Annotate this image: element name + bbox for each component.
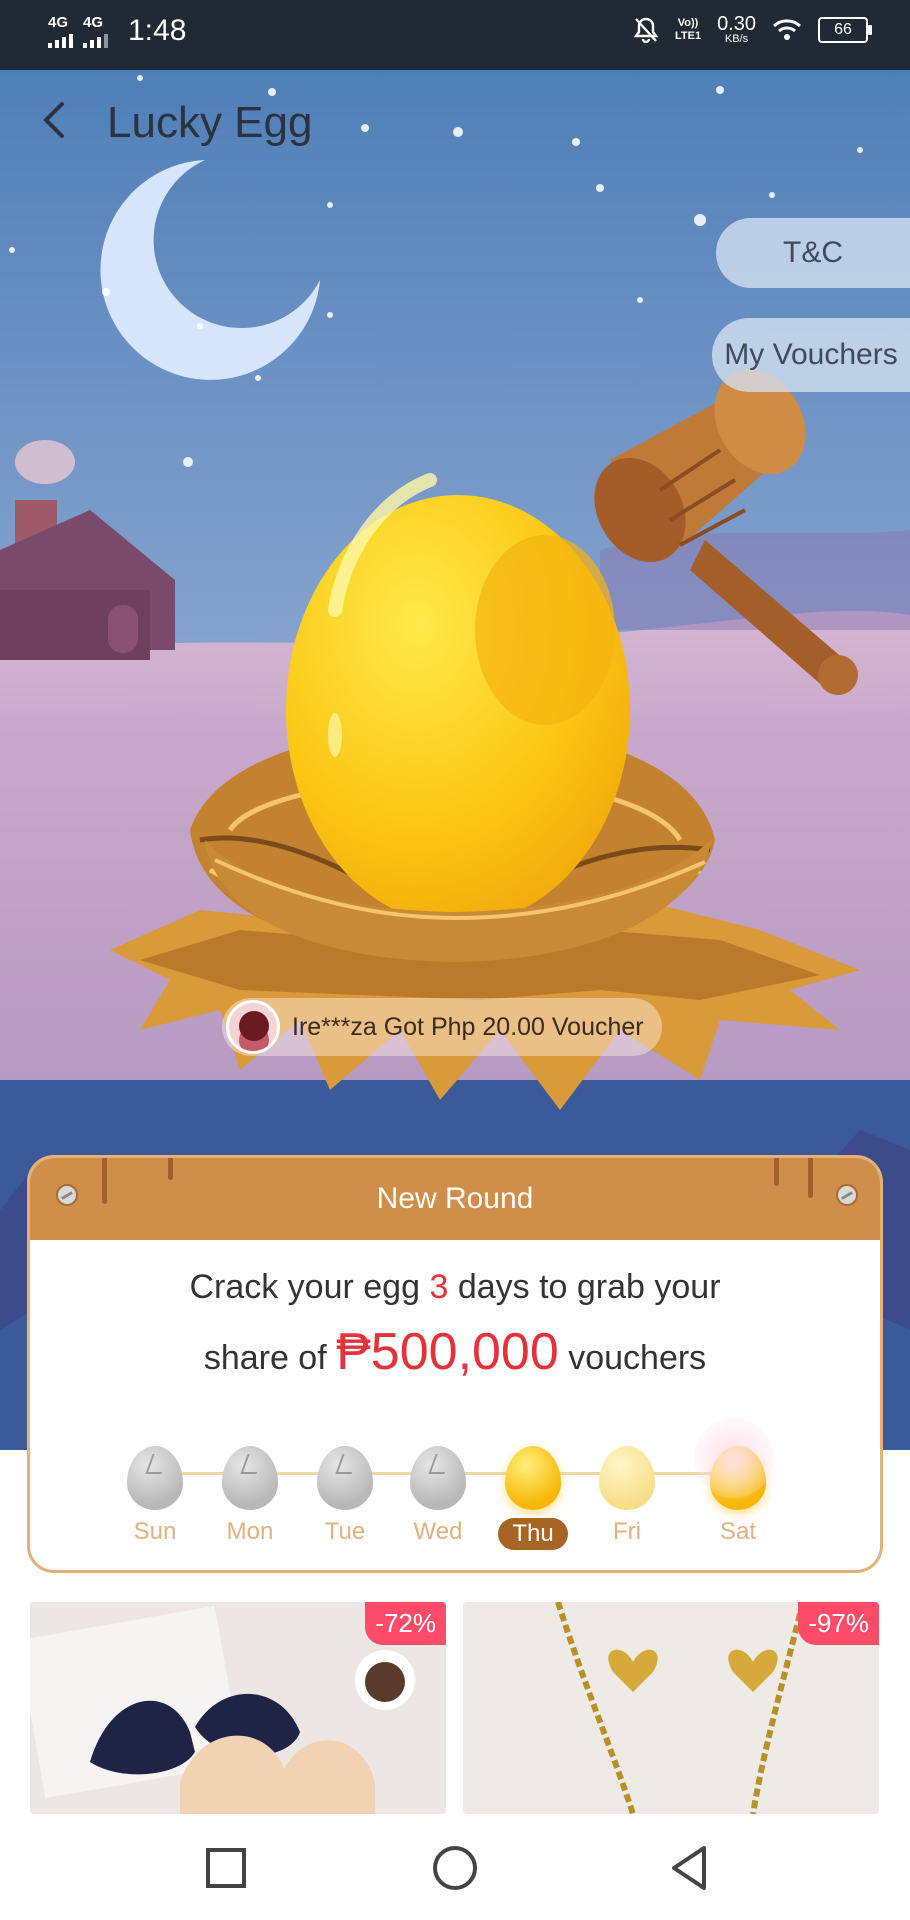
day-sat[interactable]: Sat	[694, 1418, 778, 1546]
cracked-egg-icon	[127, 1446, 183, 1510]
product-card[interactable]: -97%	[463, 1602, 879, 1814]
challenge-line-1: Crack your egg 3 days to grab your	[189, 1268, 721, 1306]
product-card[interactable]: -72%	[30, 1602, 446, 1814]
signal-icon-2: 4G	[83, 15, 108, 48]
status-bar: 4G 4G 1:48 Vo)) LTE1 0.30 KB/s 66	[0, 0, 910, 70]
discount-badge: -72%	[365, 1602, 446, 1645]
day-wed[interactable]: Wed	[398, 1446, 478, 1546]
cracked-egg-icon	[222, 1446, 278, 1510]
network-type-1: 4G	[48, 13, 69, 31]
day-tue[interactable]: Tue	[305, 1446, 385, 1546]
my-vouchers-button[interactable]: My Vouchers	[712, 318, 910, 392]
golden-egg-icon	[505, 1446, 561, 1510]
mute-notifications-icon	[633, 17, 659, 43]
weekly-progress: Sun Mon Tue Wed Thu Fri Sat	[30, 1416, 880, 1556]
card-title: New Round	[376, 1182, 534, 1215]
new-round-card: New Round Crack your egg 3 days to grab …	[30, 1158, 880, 1570]
wifi-icon	[772, 18, 802, 40]
back-icon[interactable]	[662, 1840, 718, 1896]
signal-icon-1: 4G	[48, 15, 73, 48]
pale-egg-icon	[599, 1446, 655, 1510]
prize-egg-icon	[694, 1418, 774, 1510]
terms-and-conditions-button[interactable]: T&C	[716, 218, 910, 288]
card-header: New Round	[30, 1158, 880, 1240]
cracked-egg-icon	[410, 1446, 466, 1510]
day-mon[interactable]: Mon	[210, 1446, 290, 1546]
clock: 1:48	[128, 14, 187, 47]
challenge-line-2: share of ₱500,000 vouchers	[203, 1323, 707, 1381]
rivet-icon	[56, 1184, 78, 1206]
battery-level: 66	[834, 20, 852, 38]
day-thu[interactable]: Thu	[493, 1446, 573, 1550]
network-type-2: 4G	[83, 13, 104, 31]
system-navigation-bar	[0, 1814, 910, 1920]
discount-badge: -97%	[798, 1602, 879, 1645]
recent-apps-icon[interactable]	[198, 1840, 254, 1896]
home-icon[interactable]	[427, 1840, 483, 1896]
winner-ticker: Ire***za Got Php 20.00 Voucher	[222, 998, 662, 1056]
battery-icon: 66	[818, 16, 872, 43]
cracked-egg-icon	[317, 1446, 373, 1510]
avatar	[226, 1000, 280, 1054]
gift-bow-icon	[694, 1418, 774, 1498]
back-arrow-icon[interactable]	[36, 96, 72, 146]
day-fri[interactable]: Fri	[587, 1446, 667, 1546]
rivet-icon	[836, 1184, 858, 1206]
winner-text: Ire***za Got Php 20.00 Voucher	[292, 1012, 644, 1041]
page-title: Lucky Egg	[107, 98, 313, 147]
network-speed: 0.30 KB/s	[717, 13, 756, 45]
day-sun[interactable]: Sun	[115, 1446, 195, 1546]
volte-indicator: Vo)) LTE1	[674, 17, 702, 42]
